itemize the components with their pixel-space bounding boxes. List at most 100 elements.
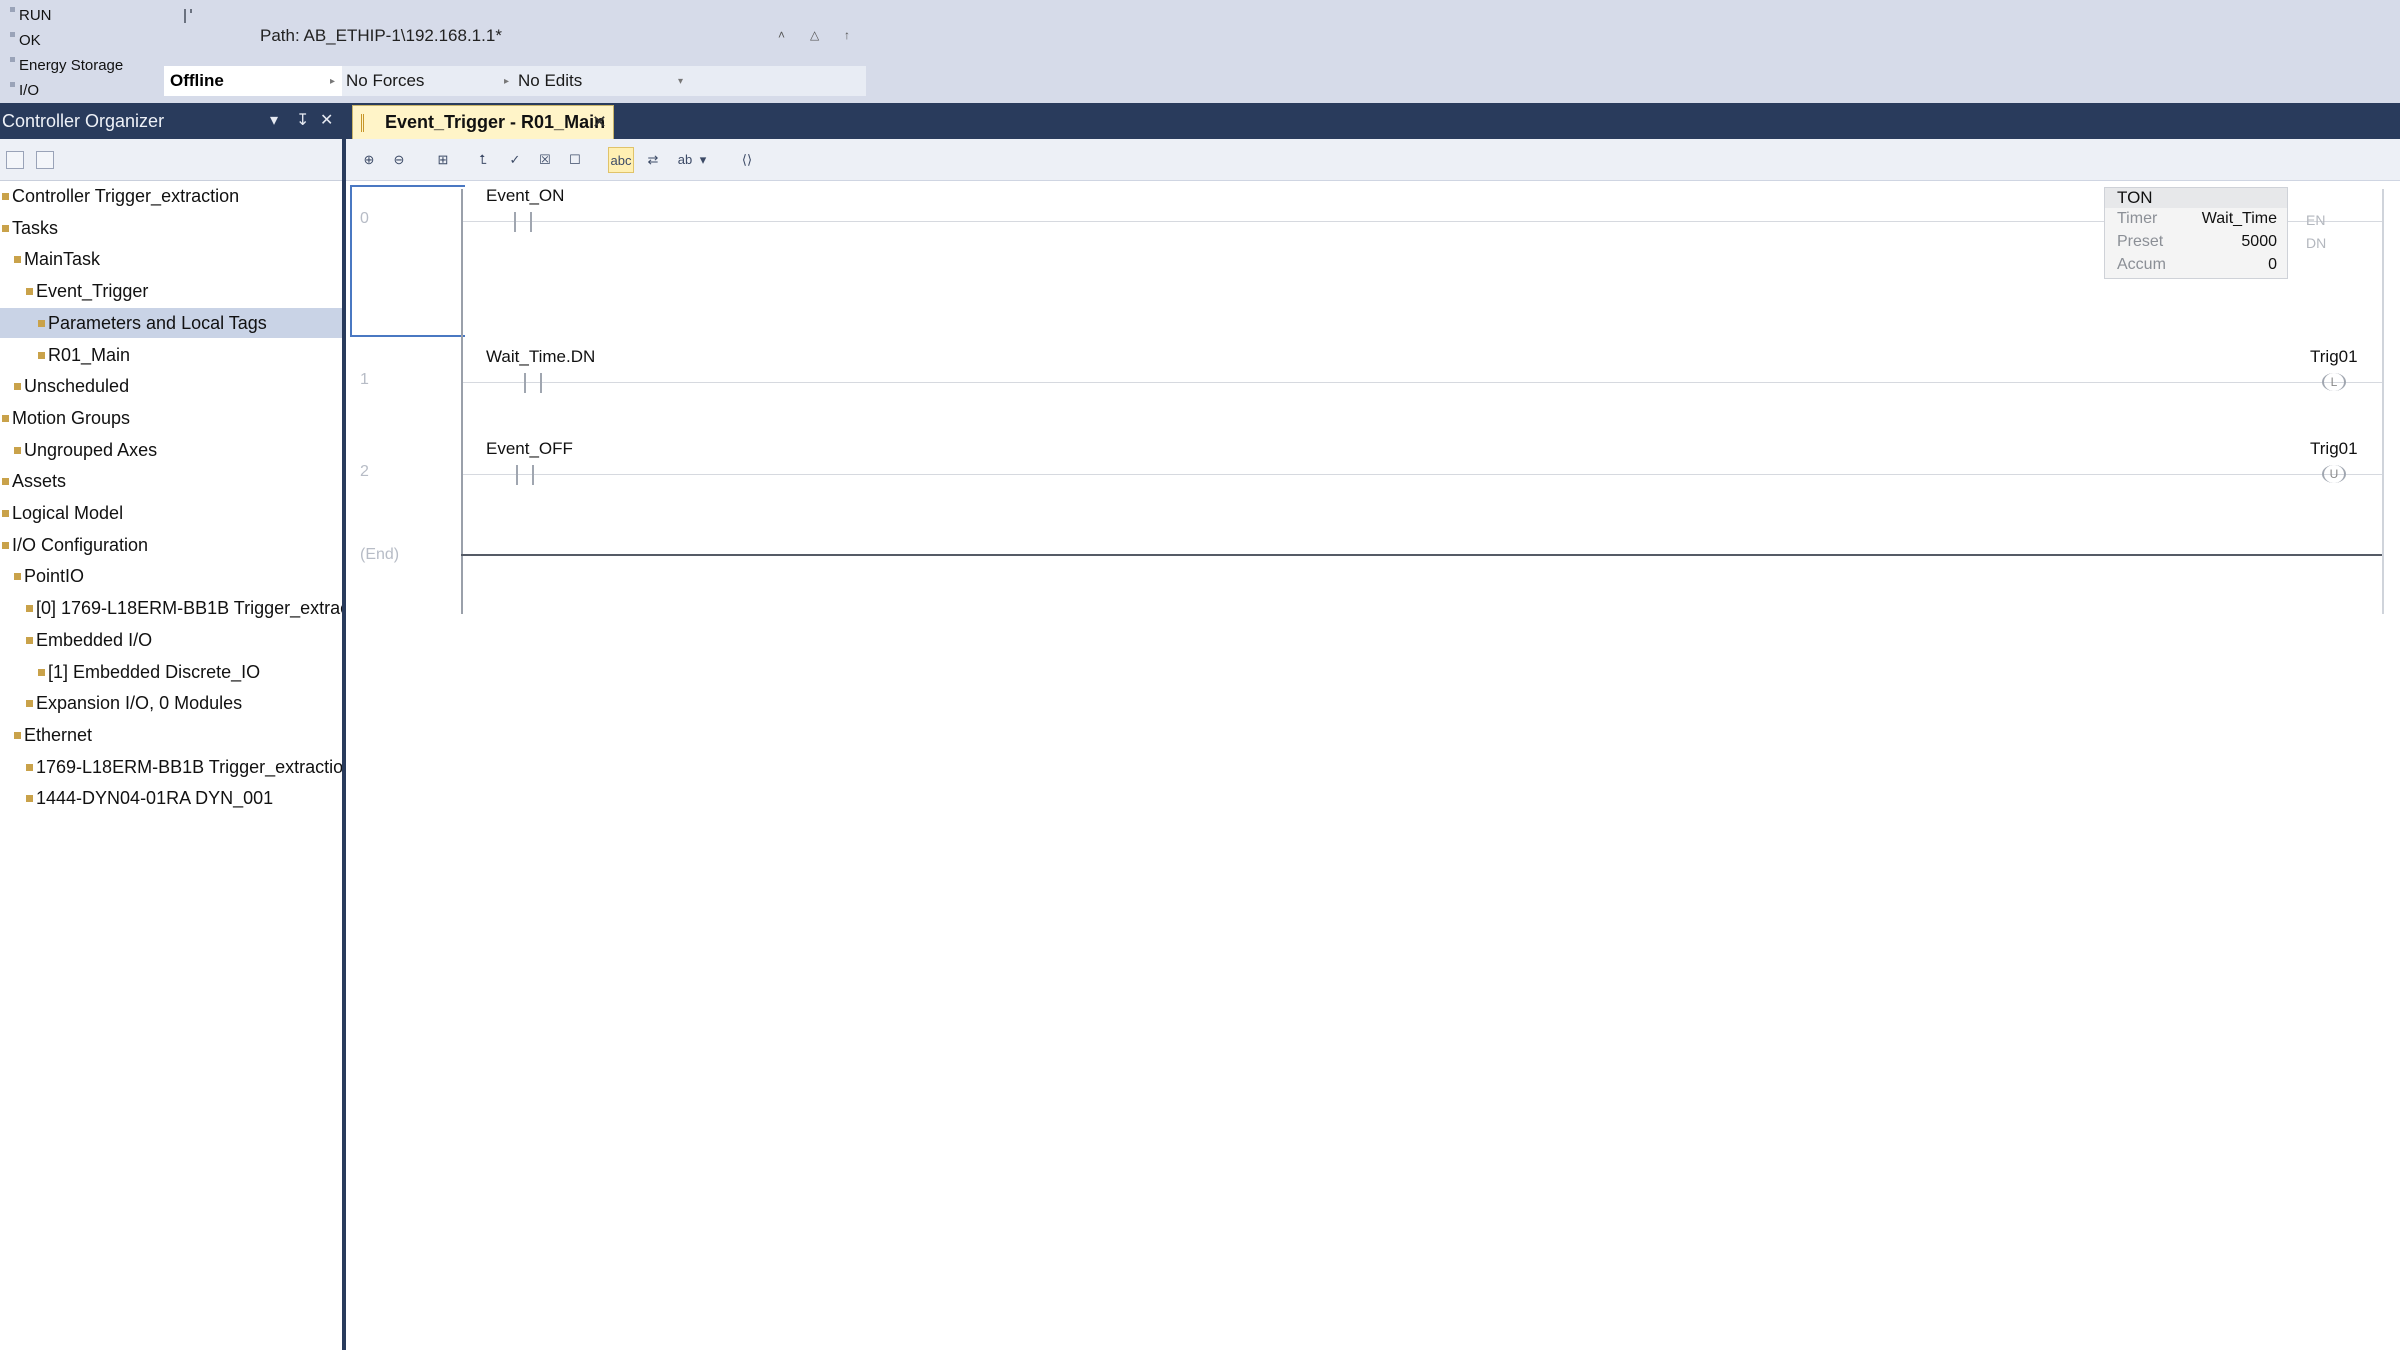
edits-dropdown[interactable]: No Edits xyxy=(518,66,688,96)
keyswitch-icon xyxy=(184,9,192,23)
tree-item[interactable]: I/O Configuration xyxy=(0,530,342,560)
rung-number: 1 xyxy=(360,371,369,388)
tree-item[interactable]: Ethernet xyxy=(0,720,342,750)
address-display-icon[interactable]: ab xyxy=(672,147,698,173)
routine-icon xyxy=(361,114,371,132)
organizer-header: Controller Organizer ▾ ↧ ✕ xyxy=(0,103,342,139)
tree-item[interactable]: PointIO xyxy=(0,561,342,591)
tree-item[interactable]: Controller Trigger_extraction xyxy=(0,181,342,211)
rung-number: 0 xyxy=(360,210,369,227)
address-display-dropdown-icon[interactable]: ▾ xyxy=(696,147,710,173)
controller-status-bar: RUN OK Energy Storage I/O Path: AB_ETHIP… xyxy=(0,0,2400,103)
run-status: RUN xyxy=(10,7,52,24)
tree-item-label: I/O Configuration xyxy=(12,534,149,555)
online-state-dropdown[interactable]: Offline xyxy=(164,66,342,96)
ladder-toolbar: ⊕ ⊖ ⊞ ⮤ ✓ ☒ ☐ abc ⇄ ab ▾ ⟨⟩ xyxy=(346,139,2400,181)
rung-number: 2 xyxy=(360,463,369,480)
verify-icon[interactable]: ⟨⟩ xyxy=(734,147,760,173)
accept-rung-edit-icon[interactable]: ✓ xyxy=(502,147,528,173)
tree-node-icon xyxy=(26,605,33,613)
show-tag-description-icon[interactable]: abc xyxy=(608,147,634,173)
tree-item[interactable]: MainTask xyxy=(0,244,342,274)
forces-dropdown[interactable]: No Forces xyxy=(346,66,516,96)
forces-arrow-icon[interactable]: ▸ xyxy=(504,76,509,87)
otu-coil[interactable]: U xyxy=(2322,465,2346,483)
tree-node-icon xyxy=(2,541,9,549)
tree-item[interactable]: [0] 1769-L18ERM-BB1B Trigger_extractio xyxy=(0,593,342,623)
tree-node-icon xyxy=(14,573,21,581)
rung-wire xyxy=(463,221,2382,222)
tree-item-label: [1] Embedded Discrete_IO xyxy=(48,661,261,682)
swap-display-icon[interactable]: ⇄ xyxy=(640,147,666,173)
tree-item-label: Ungrouped Axes xyxy=(24,439,158,460)
contact-tag[interactable]: Event_ON xyxy=(486,186,564,206)
contact-tag[interactable]: Event_OFF xyxy=(486,439,573,459)
tree-item-label: Embedded I/O xyxy=(36,629,153,650)
tree-item-label: Motion Groups xyxy=(12,407,131,428)
tree-item[interactable]: [1] Embedded Discrete_IO xyxy=(0,657,342,687)
close-icon[interactable]: ✕ xyxy=(320,103,333,139)
tree-item[interactable]: Ungrouped Axes xyxy=(0,435,342,465)
controller-organizer: Controller Organizer ▾ ↧ ✕ Controller Tr… xyxy=(0,103,342,1350)
xic-contact[interactable] xyxy=(524,373,542,393)
tree-item[interactable]: Expansion I/O, 0 Modules xyxy=(0,688,342,718)
tree-item[interactable]: Tasks xyxy=(0,213,342,243)
path-browse-icon[interactable]: △ xyxy=(810,28,819,42)
energy-storage-status: Energy Storage xyxy=(10,57,123,74)
tree-item[interactable]: R01_Main xyxy=(0,340,342,370)
tree-node-icon xyxy=(26,700,33,708)
cancel-rung-edit-icon[interactable]: ☒ xyxy=(532,147,558,173)
tree-node-icon xyxy=(14,446,21,454)
edits-arrow-icon[interactable]: ▾ xyxy=(678,76,683,87)
communication-path[interactable]: Path: AB_ETHIP-1\192.168.1.1* xyxy=(260,26,502,46)
tree-item[interactable]: Motion Groups xyxy=(0,403,342,433)
tree-item[interactable]: 1769-L18ERM-BB1B Trigger_extraction xyxy=(0,752,342,782)
coil-tag[interactable]: Trig01 xyxy=(2310,347,2358,367)
tree-item[interactable]: Assets xyxy=(0,466,342,496)
ton-dn-output: DN xyxy=(2306,235,2327,251)
document-tab-strip: Event_Trigger - R01_Main ✕ xyxy=(346,103,2400,139)
coil-tag[interactable]: Trig01 xyxy=(2310,439,2358,459)
show-tree-icon[interactable] xyxy=(36,151,54,169)
tree-item-label: R01_Main xyxy=(48,344,131,365)
tree-item-label: 1769-L18ERM-BB1B Trigger_extraction xyxy=(36,756,342,777)
ton-instruction[interactable]: TON Timer Wait_Time Preset 5000 Accum 0 xyxy=(2104,187,2288,279)
tree-item[interactable]: Unscheduled xyxy=(0,371,342,401)
xic-contact[interactable] xyxy=(514,212,532,232)
delete-rung-edit-icon[interactable]: ☐ xyxy=(562,147,588,173)
ton-accum-value[interactable]: 0 xyxy=(2268,254,2277,276)
zoom-in-icon[interactable]: ⊕ xyxy=(356,147,382,173)
ladder-editor[interactable]: 0 Event_ON TON Timer Wait_Time Preset 50… xyxy=(346,181,2400,1350)
tree-item-label: Expansion I/O, 0 Modules xyxy=(36,693,243,714)
tree-node-icon xyxy=(2,510,9,517)
contact-tag[interactable]: Wait_Time.DN xyxy=(486,347,595,367)
start-rung-edit-icon[interactable]: ⮤ xyxy=(470,147,496,173)
ton-en-output: EN xyxy=(2306,212,2326,228)
tree-item-label: Assets xyxy=(12,471,67,492)
tree-item[interactable]: 1444-DYN04-01RA DYN_001 xyxy=(0,783,342,813)
tree-node-icon xyxy=(38,319,45,327)
tree-item-label: Unscheduled xyxy=(24,376,130,397)
ton-timer-value[interactable]: Wait_Time xyxy=(2202,208,2277,230)
otl-coil[interactable]: L xyxy=(2322,373,2346,391)
ton-preset-value[interactable]: 5000 xyxy=(2241,231,2277,253)
zoom-out-icon[interactable]: ⊖ xyxy=(386,147,412,173)
collapse-all-icon[interactable] xyxy=(6,151,24,169)
organizer-dropdown-icon[interactable]: ▾ xyxy=(270,103,278,139)
path-dropdown-icon[interactable]: ˄ xyxy=(778,28,785,42)
ton-preset-label: Preset xyxy=(2117,233,2164,250)
zoom-fit-icon[interactable]: ⊞ xyxy=(430,147,456,173)
online-state-arrow-icon[interactable]: ▸ xyxy=(330,76,335,87)
tree-item[interactable]: Parameters and Local Tags xyxy=(0,307,342,338)
tree-item[interactable]: Embedded I/O xyxy=(0,625,342,655)
tree-item[interactable]: Event_Trigger xyxy=(0,276,342,306)
tab-close-icon[interactable]: ✕ xyxy=(592,106,607,139)
path-set-icon[interactable]: ↑ xyxy=(844,28,850,42)
tree-item-label: Logical Model xyxy=(12,503,124,523)
xic-contact[interactable] xyxy=(516,465,534,485)
ton-preset-row: Preset 5000 xyxy=(2117,231,2281,253)
tree-item-label: Tasks xyxy=(12,217,59,238)
tab-r01-main[interactable]: Event_Trigger - R01_Main ✕ xyxy=(352,105,614,139)
pin-icon[interactable]: ↧ xyxy=(296,103,309,139)
tree-item[interactable]: Logical Model xyxy=(0,498,342,528)
